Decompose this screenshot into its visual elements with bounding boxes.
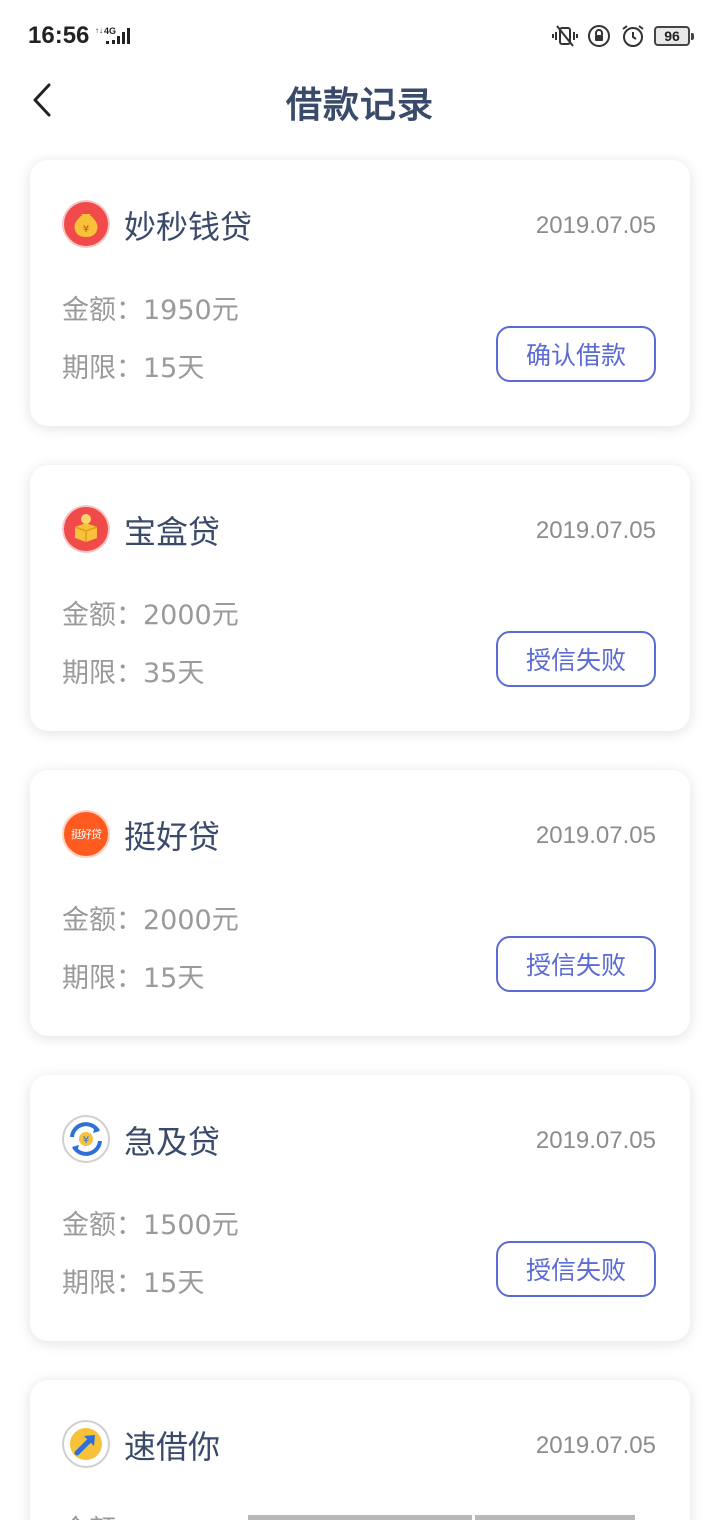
record-date: 2019.07.05 [535,517,656,544]
amount-row: 金额： 1500元 [62,1203,239,1242]
arrow-up-right-icon [62,1420,110,1468]
record-date: 2019.07.05 [535,1432,656,1459]
rotation-lock-icon [588,25,610,47]
confirm-loan-button[interactable]: 确认借款 [496,326,656,382]
lender-logo [62,505,110,553]
battery-indicator: 96 [654,26,694,46]
term-row: 期限： 15天 [62,346,204,385]
lender-name: 急及贷 [124,1123,221,1161]
term-label: 期限： [62,353,143,384]
lender-name: 宝盒贷 [124,513,221,551]
lender-logo: ¥ [62,1115,110,1163]
amount-label: 金额： [62,295,143,326]
term-label: 期限： [62,1268,143,1299]
credit-failed-button[interactable]: 授信失败 [496,631,656,687]
amount-value: 1950元 [143,295,239,326]
term-value: 15天 [143,1268,205,1299]
svg-text:4G: 4G [104,26,116,36]
svg-text:¥: ¥ [83,1135,89,1146]
record-date: 2019.07.05 [535,822,656,849]
lender-logo: 挺好贷 [62,810,110,858]
status-bar: 16:56 ↑↓ 4G 96 [0,0,720,72]
loan-record-card[interactable]: 挺好贷 挺好贷 2019.07.05 金额： 2000元 期限： 15天 授信失… [30,770,690,1036]
alarm-icon [622,25,644,47]
term-row: 期限： 35天 [62,651,204,690]
lender-name: 妙秒钱贷 [124,208,253,246]
vibrate-off-icon [552,25,578,47]
amount-label: 金额： [62,1210,143,1241]
term-value: 15天 [143,963,205,994]
lender-logo: ¥ [62,200,110,248]
money-bag-icon: ¥ [62,200,110,248]
amount-label: 金额： [62,600,143,631]
amount-value: 2000元 [143,600,239,631]
loan-record-card[interactable]: ¥ 妙秒钱贷 2019.07.05 金额： 1950元 期限： 15天 确认借款 [30,160,690,426]
lender-name: 速借你 [124,1428,221,1466]
status-icons: 96 [552,22,694,50]
term-row: 期限： 15天 [62,1261,204,1300]
credit-failed-button[interactable]: 授信失败 [496,1241,656,1297]
amount-row: 金额： 1950元 [62,288,239,327]
term-value: 35天 [143,658,205,689]
credit-failed-button[interactable]: 授信失败 [496,936,656,992]
page-title: 借款记录 [285,85,434,126]
amount-value: 2000元 [143,905,239,936]
yuan-cycle-icon: ¥ [62,1115,110,1163]
term-row: 期限： 15天 [62,956,204,995]
term-value: 15天 [143,353,205,384]
nav-bar: 借款记录 [0,72,720,128]
amount-label: 金额： [62,905,143,936]
term-label: 期限： [62,963,143,994]
loan-record-card[interactable]: 宝盒贷 2019.07.05 金额： 2000元 期限： 35天 授信失败 [30,465,690,731]
loan-record-card[interactable]: ¥ 急及贷 2019.07.05 金额： 1500元 期限： 15天 授信失败 [30,1075,690,1341]
lender-logo [62,1420,110,1468]
lender-name: 挺好贷 [124,818,221,856]
amount-row: 金额： [62,1508,143,1520]
status-time: 16:56 [28,22,90,49]
tinghaodai-logo-icon: 挺好贷 [71,828,102,841]
record-date: 2019.07.05 [535,212,656,239]
treasure-box-icon [62,505,110,553]
network-signal-icon: ↑↓ 4G [95,26,130,44]
amount-value: 1500元 [143,1210,239,1241]
amount-row: 金额： 2000元 [62,898,239,937]
svg-text:↑↓: ↑↓ [95,26,103,35]
term-label: 期限： [62,658,143,689]
scroll-indicator [248,1515,472,1520]
amount-row: 金额： 2000元 [62,593,239,632]
svg-text:¥: ¥ [83,224,89,235]
record-date: 2019.07.05 [535,1127,656,1154]
amount-label: 金额： [62,1508,143,1520]
scroll-indicator [475,1515,635,1520]
loan-record-card[interactable]: 速借你 2019.07.05 金额： [30,1380,690,1520]
